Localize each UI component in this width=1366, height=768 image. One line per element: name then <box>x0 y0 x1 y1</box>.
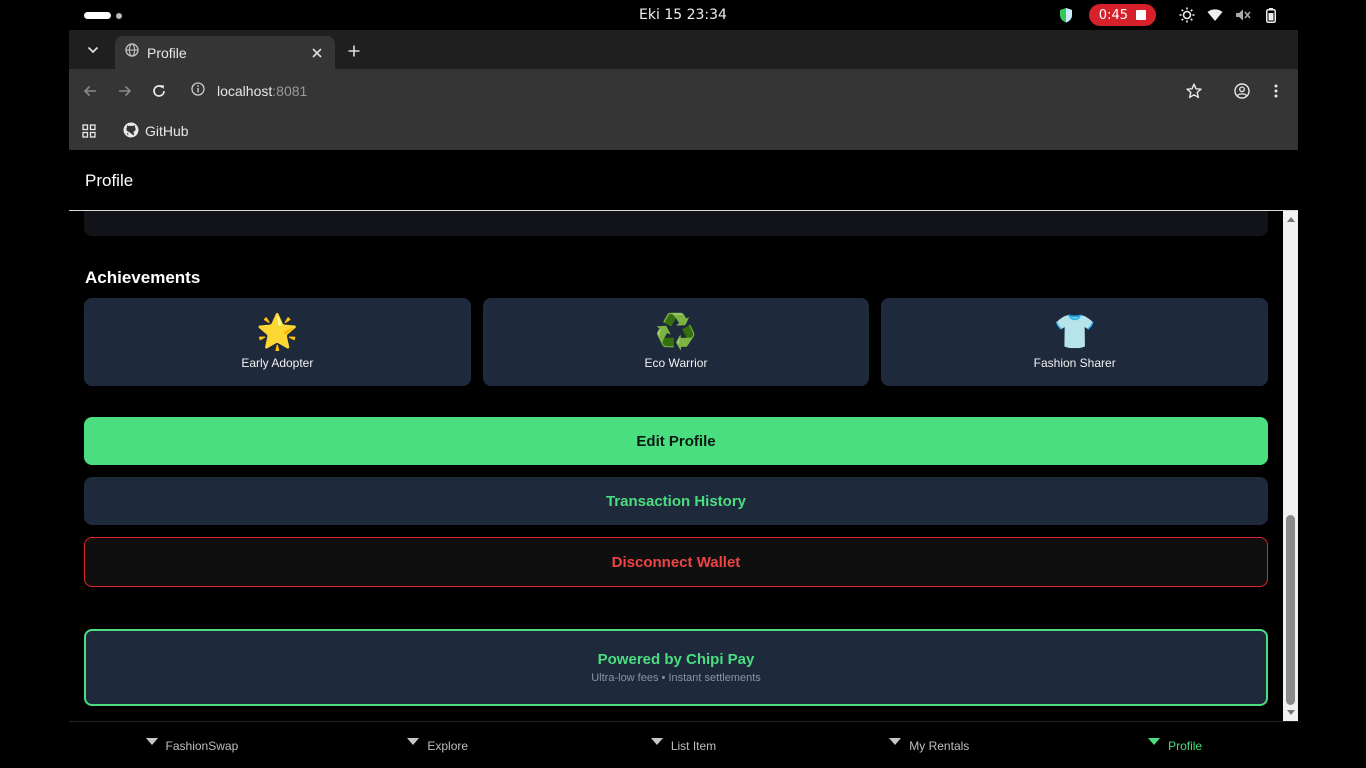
previous-card-edge <box>84 211 1268 236</box>
url-text: localhost:8081 <box>217 83 307 99</box>
star-icon: 🌟 <box>256 313 299 351</box>
bookmark-github[interactable]: GitHub <box>123 120 189 142</box>
wifi-icon[interactable] <box>1206 6 1224 24</box>
achievement-card-eco-warrior: ♻️ Eco Warrior <box>482 298 870 386</box>
tab-list-item[interactable]: List Item <box>561 722 807 768</box>
tab-search-button[interactable] <box>81 38 105 62</box>
app-viewport: Profile Achievements 🌟 Early Adopter ♻️ … <box>69 150 1298 768</box>
triangle-down-icon <box>650 737 663 745</box>
system-top-bar: Eki 15 23:34 0:45 <box>0 0 1366 30</box>
scroll-down-arrow[interactable] <box>1287 710 1295 715</box>
edit-profile-button[interactable]: Edit Profile <box>84 417 1268 465</box>
activities-indicator[interactable] <box>84 12 122 19</box>
back-button[interactable] <box>79 80 101 102</box>
shield-icon[interactable] <box>1057 6 1075 24</box>
url-port: :8081 <box>272 83 308 99</box>
address-bar[interactable]: localhost:8081 <box>181 76 1171 106</box>
tab-my-rentals[interactable]: My Rentals <box>806 722 1052 768</box>
screen-recording-indicator[interactable]: 0:45 <box>1088 4 1156 26</box>
recycle-icon: ♻️ <box>654 313 698 351</box>
scrollbar[interactable] <box>1283 211 1298 721</box>
disconnect-wallet-button[interactable]: Disconnect Wallet <box>84 537 1268 587</box>
github-icon <box>123 122 139 141</box>
achievements-title: Achievements <box>85 268 201 287</box>
triangle-down-icon <box>407 737 420 745</box>
bookmark-github-label: GitHub <box>145 123 189 139</box>
apps-grid-icon[interactable] <box>79 121 99 141</box>
workspace-dot <box>116 12 122 19</box>
close-icon[interactable] <box>309 45 325 61</box>
recording-time: 0:45 <box>1098 7 1128 23</box>
tshirt-icon: 👕 <box>1053 313 1096 351</box>
reload-button[interactable] <box>148 80 170 102</box>
tab-fashionswap[interactable]: FashionSwap <box>69 722 315 768</box>
bottom-tab-bar: FashionSwap Explore List Item My Rentals… <box>69 721 1298 768</box>
tab-label: FashionSwap <box>165 739 239 753</box>
workspace-active-pill <box>84 12 111 19</box>
volume-muted-icon[interactable] <box>1234 6 1252 24</box>
stop-icon <box>1136 10 1146 20</box>
tab-label: List Item <box>670 739 717 753</box>
achievement-label: Early Adopter <box>241 356 314 370</box>
achievement-label: Fashion Sharer <box>1033 356 1116 370</box>
achievement-card-fashion-sharer: 👕 Fashion Sharer <box>881 298 1269 386</box>
bookmark-star-icon[interactable] <box>1183 80 1205 102</box>
powered-by-subtitle: Ultra-low fees • Instant settlements <box>591 672 761 684</box>
system-clock[interactable]: Eki 15 23:34 <box>600 7 766 23</box>
transaction-history-button[interactable]: Transaction History <box>84 477 1268 525</box>
brightness-icon[interactable] <box>1178 6 1196 24</box>
browser-toolbar: localhost:8081 <box>69 69 1298 113</box>
browser-window: Profile localhost:8081 GitHub <box>69 30 1298 150</box>
tab-explore[interactable]: Explore <box>315 722 561 768</box>
tab-title: Profile <box>147 44 187 61</box>
achievements-grid: 🌟 Early Adopter ♻️ Eco Warrior 👕 Fashion… <box>84 298 1269 386</box>
achievement-label: Eco Warrior <box>644 356 708 370</box>
powered-by-title: Powered by Chipi Pay <box>597 651 755 668</box>
scroll-up-arrow[interactable] <box>1287 217 1295 222</box>
system-tray: 0:45 <box>1057 4 1280 26</box>
site-info-icon[interactable] <box>191 81 205 101</box>
triangle-down-icon <box>1148 737 1161 745</box>
profile-scroll-area[interactable]: Achievements 🌟 Early Adopter ♻️ Eco Warr… <box>69 211 1283 721</box>
browser-menu-icon[interactable] <box>1265 80 1287 102</box>
scrollbar-thumb[interactable] <box>1286 515 1295 705</box>
triangle-down-icon <box>145 737 158 745</box>
tab-label: My Rentals <box>909 739 970 753</box>
browser-tab-profile[interactable]: Profile <box>115 36 335 69</box>
achievement-card-early-adopter: 🌟 Early Adopter <box>84 298 471 386</box>
page-title: Profile <box>85 171 134 190</box>
powered-by-card: Powered by Chipi Pay Ultra-low fees • In… <box>84 629 1268 706</box>
bookmarks-bar: GitHub <box>69 113 1298 150</box>
globe-icon <box>125 43 139 62</box>
triangle-down-icon <box>889 737 902 745</box>
new-tab-button[interactable] <box>343 40 365 62</box>
profile-avatar-icon[interactable] <box>1231 80 1253 102</box>
forward-button[interactable] <box>114 80 136 102</box>
app-header: Profile <box>69 150 1298 211</box>
battery-icon[interactable] <box>1262 6 1280 24</box>
tab-label: Explore <box>427 739 469 753</box>
tab-label: Profile <box>1168 739 1203 753</box>
url-host: localhost <box>217 83 273 99</box>
tab-strip: Profile <box>69 30 1298 69</box>
tab-profile[interactable]: Profile <box>1052 722 1298 768</box>
